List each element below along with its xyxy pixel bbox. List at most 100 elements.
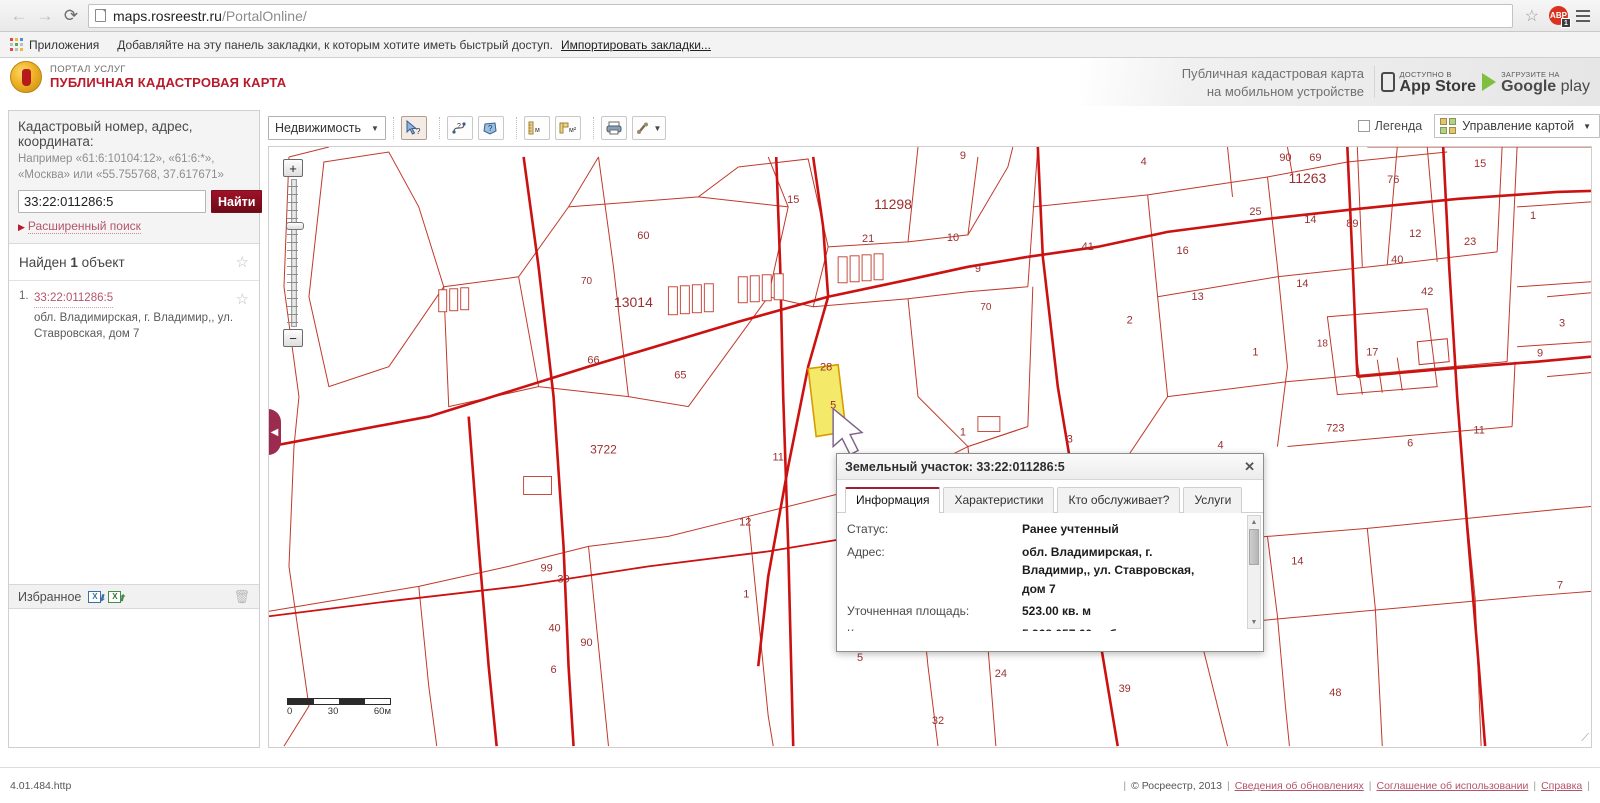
tab-informaciya[interactable]: Информация: [845, 487, 941, 513]
map-parcel-label: 18: [1317, 339, 1329, 350]
map-parcel-label: 24: [995, 668, 1007, 680]
popup-scrollbar[interactable]: ▲ ▼: [1247, 515, 1261, 629]
legend-label[interactable]: Легенда: [1375, 119, 1423, 133]
advanced-search-link[interactable]: ▶ Расширенный поиск: [18, 219, 250, 235]
map-parcel-label: 70: [980, 302, 992, 313]
results-count-row: Найден 1 объект ☆: [9, 244, 259, 282]
map-parcel-label: 14: [1291, 555, 1303, 567]
collapse-sidebar-tab[interactable]: ◀: [269, 409, 281, 455]
measure-area-tool-button[interactable]: м²: [554, 116, 581, 140]
trash-icon[interactable]: 🗑: [233, 589, 250, 605]
map-parcel-label: 90: [1279, 152, 1291, 164]
googleplay-label-play: play: [1560, 77, 1590, 95]
result-favorite-star-icon[interactable]: ☆: [236, 290, 249, 343]
forward-icon[interactable]: →: [32, 3, 58, 29]
adblock-icon[interactable]: ABP 1: [1549, 6, 1571, 28]
close-icon[interactable]: ✕: [1244, 459, 1255, 475]
map-parcel-label: 21: [862, 233, 874, 245]
apps-grid-icon: [10, 38, 23, 51]
map-canvas[interactable]: 1129811263111961119411286130143722221521…: [268, 146, 1592, 748]
appstore-badge[interactable]: Доступно в App Store: [1373, 66, 1482, 98]
map-parcel-label: 9: [975, 263, 981, 275]
polygon-info-tool-button[interactable]: ?: [477, 116, 504, 140]
permalink-tool-button[interactable]: ▼: [631, 116, 666, 140]
layers-grid-icon: [1440, 118, 1457, 134]
selected-parcel: [807, 363, 847, 438]
map-control-chevron-icon: ▼: [1583, 121, 1591, 131]
search-input[interactable]: [18, 190, 206, 214]
scrollbar-thumb[interactable]: [1249, 529, 1259, 565]
scroll-down-icon[interactable]: ▼: [1248, 616, 1260, 628]
googleplay-badge[interactable]: ЗАГРУЗИТЕ НА Google play: [1476, 66, 1596, 98]
map-parcel-label: 32: [932, 715, 944, 727]
bookmark-star-icon[interactable]: ☆: [1525, 6, 1539, 26]
ruler-area-icon: м²: [559, 122, 577, 134]
back-icon[interactable]: ←: [6, 3, 32, 29]
search-sidebar: Кадастровый номер, адрес, координата: На…: [8, 110, 263, 748]
measure-length-tool-button[interactable]: м: [523, 116, 550, 140]
tab-uslugi[interactable]: Услуги: [1183, 487, 1243, 513]
layer-select[interactable]: Недвижимость ▼: [268, 116, 386, 140]
map-parcel-label: 11263: [1288, 170, 1326, 186]
map-parcel-label: 28: [820, 362, 832, 374]
zoom-slider-handle[interactable]: [286, 222, 304, 230]
arrow-down-icon: ⬇: [97, 592, 106, 603]
xls-import-glyph: X: [92, 592, 98, 601]
application-window: ← → ⟳ maps.rosreestr.ru/PortalOnline/ ☆ …: [0, 0, 1600, 803]
site-logo[interactable]: ПОРТАЛ УСЛУГ ПУБЛИЧНАЯ КАДАСТРОВАЯ КАРТА: [10, 61, 286, 93]
search-title: Кадастровый номер, адрес, координата:: [18, 119, 193, 149]
map-resize-grip[interactable]: ⟋: [1581, 732, 1589, 745]
favorite-all-star-icon[interactable]: ☆: [236, 253, 249, 271]
map-parcel-label: 89: [1346, 218, 1358, 230]
footer-link-help[interactable]: Справка: [1541, 780, 1582, 792]
measure-path-tool-button[interactable]: ?: [446, 116, 473, 140]
page-footer: 4.01.484.http | © Росреестр, 2013 | Свед…: [0, 767, 1600, 803]
googleplay-label: Google play: [1501, 77, 1590, 95]
map-parcel-label: 39: [1119, 683, 1131, 695]
map-parcel-label: 3722: [590, 443, 617, 457]
arrow-up-icon: ⬆: [117, 592, 126, 603]
xls-export-glyph: X: [112, 592, 118, 601]
tab-kto-obsluzhivaet[interactable]: Кто обслуживает?: [1057, 487, 1181, 513]
xls-import-icon[interactable]: X ⬇: [88, 590, 105, 603]
address-bar[interactable]: maps.rosreestr.ru/PortalOnline/: [88, 3, 1513, 28]
adblock-badge: 1: [1561, 18, 1571, 28]
map-parcel-label: 90: [580, 637, 592, 649]
zoom-slider-track[interactable]: [286, 179, 304, 327]
info-row-cost: Кадастровая стоимость: 5 968 057.60 руб.: [847, 625, 1241, 631]
search-hint-line2: «Москва» или «55.755768, 37.617671»: [18, 168, 224, 181]
bookmark-apps-label[interactable]: Приложения: [29, 38, 99, 52]
toolbar-divider-2: [438, 117, 440, 139]
found-count: 1: [70, 254, 78, 270]
footer-link-updates[interactable]: Сведения об обновлениях: [1235, 780, 1364, 792]
reload-icon[interactable]: ⟳: [58, 3, 84, 29]
tab-harakteristiki[interactable]: Характеристики: [943, 487, 1055, 513]
legend-checkbox[interactable]: [1357, 120, 1370, 132]
select-tool-button[interactable]: ?: [400, 116, 427, 140]
browser-toolbar: ← → ⟳ maps.rosreestr.ru/PortalOnline/ ☆ …: [0, 0, 1600, 32]
map-parcel-label: 40: [548, 622, 560, 634]
map-parcel-label: 41: [1082, 241, 1094, 253]
map-parcel-label: 40: [1391, 254, 1403, 266]
scroll-up-icon[interactable]: ▲: [1248, 516, 1260, 528]
zoom-in-button[interactable]: +: [283, 159, 303, 177]
print-tool-button[interactable]: [600, 116, 627, 140]
map-parcel-label: 25: [1249, 206, 1261, 218]
list-item[interactable]: 1. 33:22:011286:5 обл. Владимирская, г. …: [9, 281, 259, 347]
map-parcel-label: 3: [1067, 434, 1073, 446]
footer-link-agreement[interactable]: Соглашение об использовании: [1377, 780, 1529, 792]
chrome-menu-icon[interactable]: [1572, 7, 1594, 25]
info-value-address: обл. Владимирская, г. Владимир,, ул. Ста…: [1022, 544, 1195, 596]
chevron-down-icon: ▼: [371, 123, 379, 133]
find-button[interactable]: Найти: [211, 190, 263, 214]
import-bookmarks-link[interactable]: Импортировать закладки...: [561, 38, 711, 52]
result-cadastral-number[interactable]: 33:22:011286:5: [34, 290, 114, 308]
xls-export-icon[interactable]: X ⬆: [108, 590, 125, 603]
map-control-button[interactable]: Управление картой ▼: [1434, 114, 1600, 138]
map-parcel-label: 70: [581, 276, 593, 287]
mobile-promo-text: Публичная кадастровая карта на мобильном…: [1154, 65, 1364, 101]
map-parcel-label: 10: [947, 232, 959, 244]
popup-header: Земельный участок: 33:22:011286:5 ✕: [837, 454, 1263, 480]
zoom-out-button[interactable]: −: [283, 329, 303, 347]
permalink-chevron-icon: ▼: [653, 123, 662, 133]
